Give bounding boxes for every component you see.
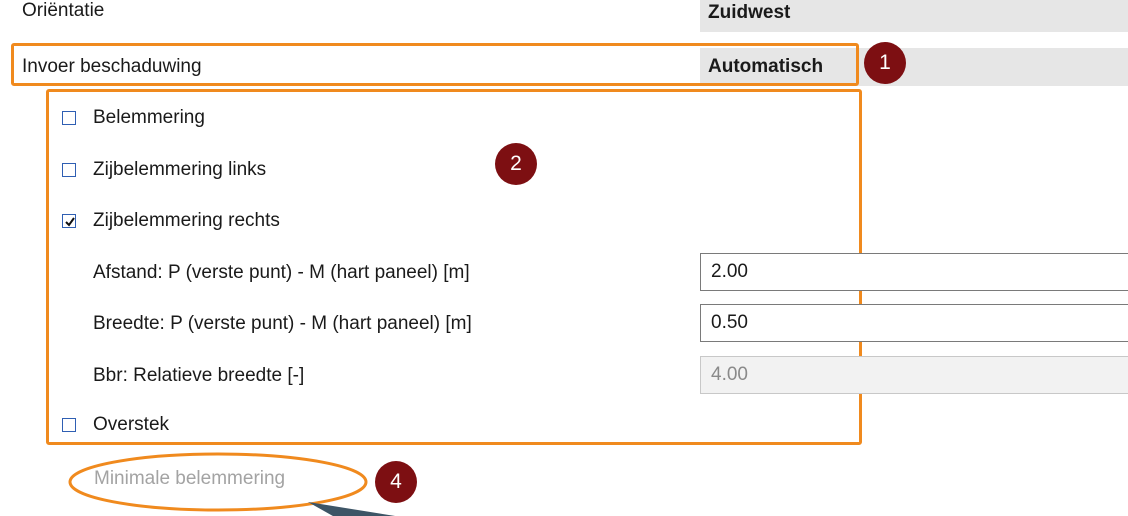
distance-label: Afstand: P (verste punt) - M (hart panee…: [93, 262, 470, 283]
highlight-box-1: [11, 43, 859, 86]
orientation-value[interactable]: Zuidwest: [700, 0, 1128, 32]
pointer-arrow-icon: [308, 502, 396, 516]
checkmark-icon: [65, 217, 75, 227]
relative-width-input: 4.00: [700, 356, 1128, 394]
side-left-label[interactable]: Zijbelemmering links: [93, 156, 266, 184]
obstruction-label[interactable]: Belemmering: [93, 104, 205, 132]
side-left-checkbox[interactable]: [62, 163, 76, 177]
width-label: Breedte: P (verste punt) - M (hart panee…: [93, 313, 472, 334]
distance-input[interactable]: 2.00: [700, 253, 1128, 291]
width-input[interactable]: 0.50: [700, 304, 1128, 342]
orientation-label: Oriëntatie: [22, 0, 105, 21]
annotation-badge-2: 2: [495, 143, 537, 185]
side-right-checkbox[interactable]: [62, 214, 76, 228]
obstruction-checkbox[interactable]: [62, 111, 76, 125]
annotation-badge-1: 1: [864, 42, 906, 84]
overhang-label[interactable]: Overstek: [93, 411, 169, 439]
overhang-checkbox[interactable]: [62, 418, 76, 432]
relative-width-label: Bbr: Relatieve breedte [-]: [93, 365, 305, 386]
side-right-label[interactable]: Zijbelemmering rechts: [93, 207, 280, 235]
